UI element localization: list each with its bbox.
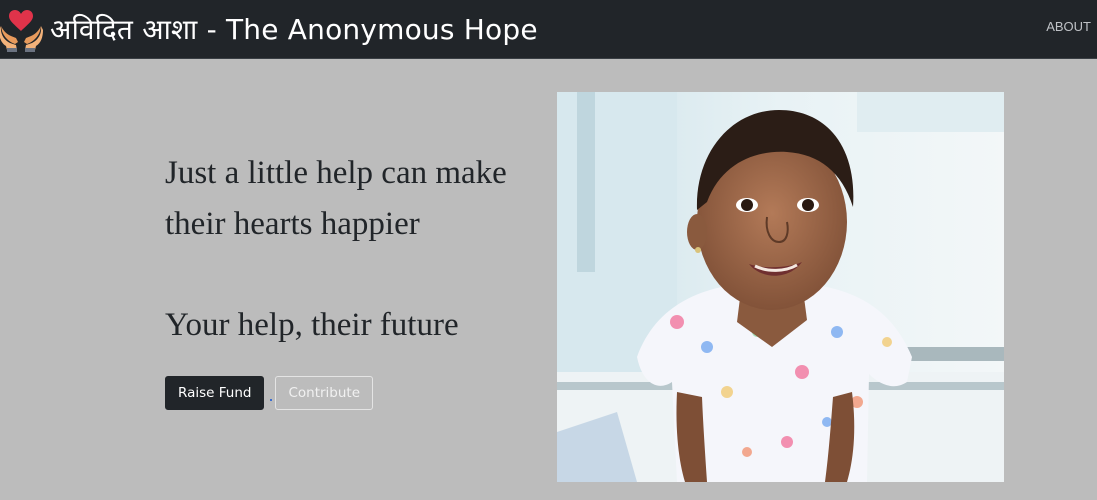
hero-text: Just a little help can make their hearts… [165, 148, 545, 351]
hero-subtagline: Your help, their future [165, 307, 459, 343]
separator-dot [270, 399, 273, 401]
brand-title: अविदित आशा - The Anonymous Hope [50, 13, 538, 46]
contribute-button[interactable]: Contribute [275, 376, 374, 410]
hands-holding-heart-icon [0, 10, 43, 52]
nav-about-link[interactable]: ABOUT [1046, 19, 1091, 34]
hero-buttons: Raise Fund Contribute [165, 376, 374, 410]
brand-link[interactable]: अविदित आशा - The Anonymous Hope [0, 4, 538, 54]
child-photo-illustration [557, 92, 1004, 482]
top-navbar: अविदित आशा - The Anonymous Hope ABOUT [0, 0, 1097, 59]
hero-child-photo [557, 92, 1004, 482]
hero-tagline: Just a little help can make their hearts… [165, 155, 507, 242]
raise-fund-button[interactable]: Raise Fund [165, 376, 265, 410]
